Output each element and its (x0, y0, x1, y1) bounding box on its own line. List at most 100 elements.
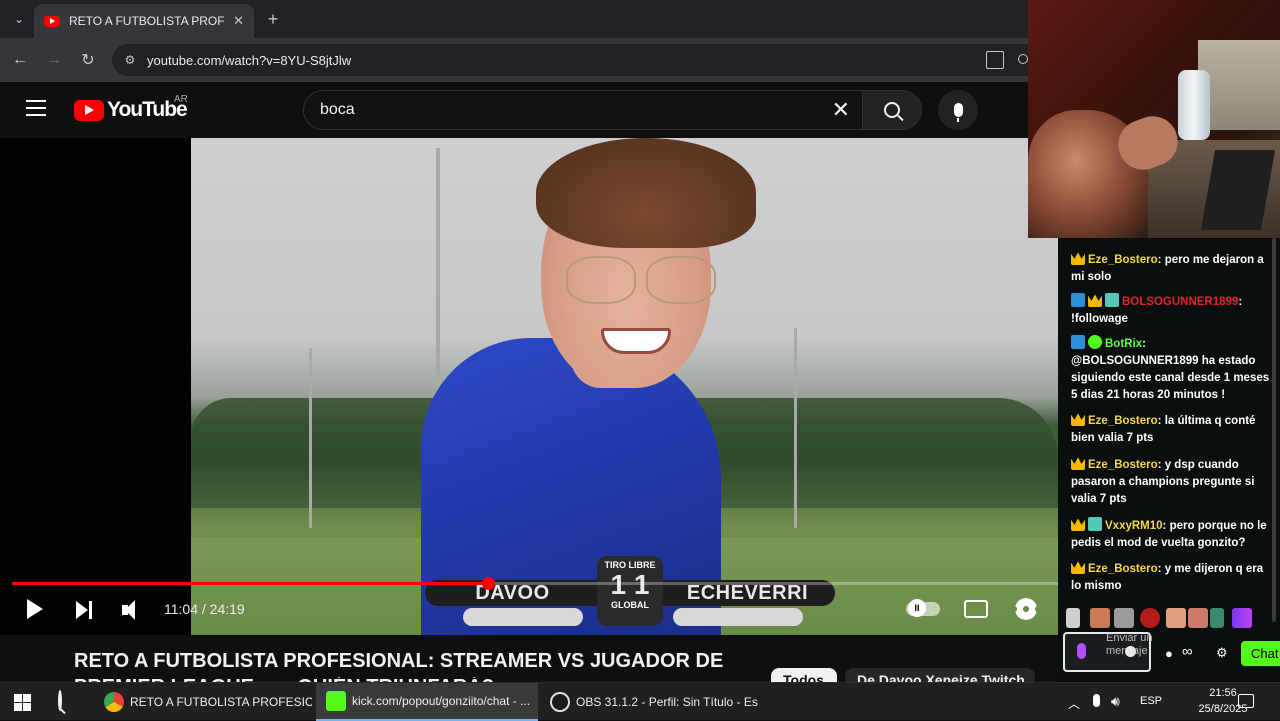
notifications-icon[interactable] (1238, 694, 1254, 708)
person-smile (601, 328, 671, 354)
youtube-logo[interactable]: YouTube (74, 98, 188, 122)
emoji-picker-icon[interactable] (1125, 646, 1136, 657)
chat-username[interactable]: Eze_Bostero (1088, 459, 1158, 471)
reload-icon[interactable]: ↻ (76, 48, 100, 72)
emote-icon[interactable] (1090, 608, 1110, 628)
moderator-badge-icon (1071, 293, 1085, 307)
scoreboard-center: TIRO LIBRE 1 1 GLOBAL (597, 556, 663, 626)
lens-icon[interactable] (1018, 54, 1028, 64)
crown-badge-icon (1071, 457, 1085, 470)
webcam-shelf (1198, 40, 1280, 130)
progress-bar-played (12, 582, 488, 585)
back-arrow-icon[interactable]: ← (8, 48, 32, 72)
subscriber-badge-icon (1105, 293, 1119, 307)
chat-scrollbar[interactable] (1272, 238, 1276, 622)
taskbar-app-chrome-youtube[interactable]: RETO A FUTBOLISTA PROFESIONA... (94, 683, 312, 721)
chat-text: !followage (1071, 313, 1128, 325)
chat-username[interactable]: Eze_Bostero (1088, 254, 1158, 266)
emote-icon[interactable] (1166, 608, 1186, 628)
crown-badge-icon (1088, 294, 1102, 307)
chat-text: @BOLSOGUNNER1899 ha estado siguiendo est… (1071, 355, 1270, 401)
floodlight-pole (309, 348, 312, 528)
keyboard-language[interactable]: ESP (1140, 695, 1162, 707)
windows-start-icon[interactable] (14, 694, 31, 711)
autoplay-toggle[interactable] (906, 599, 940, 617)
tab-search-chevron-icon[interactable]: ⌄ (8, 8, 30, 30)
chat-username[interactable]: BotRix (1105, 338, 1142, 350)
emote-icon[interactable] (1232, 608, 1252, 628)
time-display: 11:04 / 24:19 (164, 601, 245, 617)
emote-icon[interactable] (1188, 608, 1208, 628)
verified-badge-icon (1088, 335, 1102, 349)
crown-badge-icon (1071, 561, 1085, 574)
browser-tab[interactable]: RETO A FUTBOLISTA PROFESIONAL ✕ (34, 4, 254, 38)
progress-scrubber[interactable] (481, 577, 495, 590)
chat-users-icon[interactable]: ● (1165, 646, 1173, 661)
voice-search-button[interactable] (938, 90, 978, 130)
emote-icon[interactable] (1140, 608, 1160, 628)
chat-username[interactable]: BOLSOGUNNER1899 (1122, 296, 1238, 308)
system-microphone-icon[interactable] (1093, 694, 1100, 707)
youtube-favicon-icon (44, 15, 60, 27)
chat-message: Eze_Bostero: y me dijeron q era lo mismo (1071, 560, 1271, 595)
taskbar-app-label: kick.com/popout/gonziito/chat - ... (352, 694, 531, 708)
emote-icon[interactable] (1114, 608, 1134, 628)
chat-message: Eze_Bostero: la última q conté bien vali… (1071, 412, 1271, 447)
scoreboard-label-bottom: GLOBAL (611, 600, 649, 610)
person-hair (536, 138, 756, 248)
search-input[interactable]: boca ✕ (303, 90, 863, 130)
country-code: AR (174, 94, 188, 105)
windows-taskbar: RETO A FUTBOLISTA PROFESIONA... kick.com… (0, 682, 1280, 721)
taskbar-app-label: OBS 31.1.2 - Perfil: Sin Título - Esc... (576, 695, 758, 709)
chat-settings-icon[interactable]: ⚙ (1216, 645, 1228, 661)
emote-icon[interactable] (1210, 608, 1224, 628)
obs-icon (550, 692, 570, 712)
penalty-dots-right (673, 608, 803, 626)
youtube-play-logo-icon (74, 99, 104, 121)
subtitles-icon[interactable] (964, 600, 988, 618)
infinity-icon[interactable]: ∞ (1182, 643, 1193, 660)
microphone-icon (953, 103, 963, 122)
emote-bar (1064, 606, 1260, 630)
forward-arrow-icon[interactable]: → (42, 48, 66, 72)
system-speaker-icon[interactable]: 🔊︎ (1111, 693, 1120, 710)
taskbar-search-icon[interactable] (58, 690, 78, 712)
new-tab-button[interactable]: + (262, 8, 284, 30)
chat-username[interactable]: VxxyRM10 (1105, 520, 1163, 532)
crown-badge-icon (1071, 413, 1085, 426)
taskbar-app-obs[interactable]: OBS 31.1.2 - Perfil: Sin Título - Esc... (540, 683, 758, 721)
settings-gear-icon[interactable] (1015, 598, 1037, 620)
search-icon (884, 102, 900, 118)
taskbar-app-kick-chat[interactable]: kick.com/popout/gonziito/chat - ... (316, 683, 538, 721)
chat-message: BOLSOGUNNER1899: !followage (1071, 293, 1271, 328)
omnibox[interactable]: ⚙ youtube.com/watch?v=8YU-S8jtJlw (112, 44, 1028, 76)
subscriber-badge-icon (1088, 517, 1102, 531)
chat-username[interactable]: Eze_Bostero (1088, 563, 1158, 575)
search-value[interactable]: boca (320, 101, 355, 119)
site-settings-icon[interactable]: ⚙ (122, 52, 138, 68)
webcam-bottle (1178, 70, 1210, 140)
play-icon[interactable] (27, 599, 43, 619)
glasses-lens (646, 256, 716, 304)
hidden-icons-chevron-icon[interactable]: ︿ (1068, 695, 1080, 712)
chat-send-button[interactable]: Chat (1241, 641, 1280, 666)
install-app-icon[interactable] (986, 51, 1004, 69)
tab-close-icon[interactable]: ✕ (233, 13, 244, 29)
clear-search-icon[interactable]: ✕ (832, 99, 850, 121)
chat-microphone-icon[interactable] (1077, 643, 1086, 659)
crown-badge-icon (1071, 518, 1085, 531)
video-player[interactable]: DAVOO ECHEVERRI TIRO LIBRE 1 1 GLOBAL 11… (0, 138, 1058, 635)
webcam-feed (1028, 0, 1280, 238)
penalty-dots-left (463, 608, 583, 626)
url-text[interactable]: youtube.com/watch?v=8YU-S8jtJlw (147, 53, 351, 68)
next-video-icon[interactable] (76, 601, 96, 619)
floodlight-pole (794, 328, 797, 528)
volume-icon[interactable] (122, 600, 144, 620)
hamburger-menu-icon[interactable] (26, 100, 46, 116)
chat-username[interactable]: Eze_Bostero (1088, 415, 1158, 427)
emote-icon[interactable] (1066, 608, 1080, 628)
scoreboard-score: 1 1 (610, 569, 650, 600)
chat-message: BotRix: @BOLSOGUNNER1899 ha estado sigui… (1071, 335, 1271, 404)
video-title: RETO A FUTBOLISTA PROFESIONAL: STREAMER … (74, 650, 724, 672)
search-button[interactable] (862, 90, 922, 130)
